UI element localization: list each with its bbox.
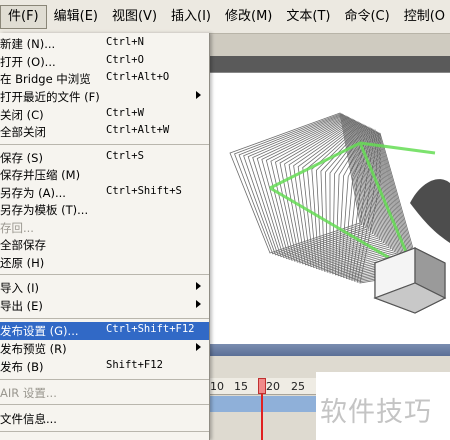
menu-item-open-recent[interactable]: 打开最近的文件 (F) xyxy=(0,88,209,106)
ruler-tick: 15 xyxy=(234,380,248,393)
playhead[interactable] xyxy=(258,378,266,394)
stage-canvas[interactable] xyxy=(210,72,450,345)
menu-item-label: 打开最近的文件 (F) xyxy=(0,90,100,104)
menu-item-shortcut: Ctrl+S xyxy=(106,150,144,162)
menu-item-label: 保存并压缩 (M) xyxy=(0,168,81,182)
ruler-tick: 20 xyxy=(266,380,280,393)
menu-item-shortcut: Ctrl+Shift+S xyxy=(106,185,182,197)
menu-item-label: 另存为模板 (T)... xyxy=(0,203,89,217)
menu-separator xyxy=(0,318,209,319)
menu-item-publish[interactable]: 发布 (B) Shift+F12 xyxy=(0,358,209,376)
menu-item-save-all[interactable]: 全部保存 xyxy=(0,236,209,254)
menu-item-shortcut: Ctrl+Alt+O xyxy=(106,71,170,83)
dark-shape xyxy=(410,179,450,243)
menu-item-shortcut: Ctrl+O xyxy=(106,54,144,66)
menu-item-shortcut: Shift+F12 xyxy=(106,359,163,371)
menu-item-new[interactable]: 新建 (N)... Ctrl+N xyxy=(0,35,209,53)
menu-item-publish-preview[interactable]: 发布预览 (R) xyxy=(0,340,209,358)
menu-item-save-compact[interactable]: 保存并压缩 (M) xyxy=(0,166,209,184)
watermark-text: 软件技巧 xyxy=(320,397,432,428)
menu-item-browse-bridge[interactable]: 在 Bridge 中浏览 Ctrl+Alt+O xyxy=(0,70,209,88)
menu-file[interactable]: 件(F) xyxy=(0,4,47,29)
menu-modify[interactable]: 修改(M) xyxy=(218,5,279,29)
menu-item-label: 还原 (H) xyxy=(0,256,45,270)
menu-separator xyxy=(0,431,209,432)
menu-item-close[interactable]: 关闭 (C) Ctrl+W xyxy=(0,106,209,124)
menu-item-label: 全部关闭 xyxy=(0,125,46,139)
menubar: 件(F) 编辑(E) 视图(V) 插入(I) 修改(M) 文本(T) 命令(C)… xyxy=(0,0,450,34)
menu-item-label: 导出 (E) xyxy=(0,299,43,313)
menu-item-revert[interactable]: 还原 (H) xyxy=(0,254,209,272)
menu-item-label: 在 Bridge 中浏览 xyxy=(0,72,91,86)
timeline-header xyxy=(210,344,450,356)
menu-item-label: 发布预览 (R) xyxy=(0,342,67,356)
menu-separator xyxy=(0,274,209,275)
menu-control[interactable]: 控制(O xyxy=(397,5,450,29)
menu-edit[interactable]: 编辑(E) xyxy=(47,5,105,29)
menu-separator xyxy=(0,404,209,405)
menu-item-shortcut: Ctrl+Alt+W xyxy=(106,124,170,136)
menu-separator xyxy=(0,144,209,145)
submenu-arrow-icon xyxy=(196,282,201,290)
menu-item-label: 导入 (I) xyxy=(0,281,40,295)
menu-item-label: 另存为 (A)... xyxy=(0,186,66,200)
menu-item-save-as-template[interactable]: 另存为模板 (T)... xyxy=(0,201,209,219)
menu-separator xyxy=(0,379,209,380)
menu-item-label: 全部保存 xyxy=(0,238,46,252)
document-title-strip xyxy=(210,56,450,72)
ruler-tick: 10 xyxy=(210,380,224,393)
menu-item-label: 关闭 (C) xyxy=(0,108,44,122)
menu-view[interactable]: 视图(V) xyxy=(105,5,164,29)
menu-insert[interactable]: 插入(I) xyxy=(164,5,218,29)
menu-item-file-info[interactable]: 文件信息... xyxy=(0,410,209,428)
menu-item-label: 文件信息... xyxy=(0,412,57,426)
menu-item-publish-settings[interactable]: 发布设置 (G)... Ctrl+Shift+F12 xyxy=(0,322,209,340)
menu-item-label: 保存 (S) xyxy=(0,151,43,165)
menu-item-close-all[interactable]: 全部关闭 Ctrl+Alt+W xyxy=(0,123,209,141)
menu-item-label: 新建 (N)... xyxy=(0,37,56,51)
stage-artwork xyxy=(229,112,450,314)
menu-item-save-as[interactable]: 另存为 (A)... Ctrl+Shift+S xyxy=(0,184,209,202)
menu-item-air-settings: AIR 设置... xyxy=(0,384,209,402)
menu-item-save[interactable]: 保存 (S) Ctrl+S xyxy=(0,149,209,167)
menu-item-check-in: 存回... xyxy=(0,219,209,237)
menu-item-import[interactable]: 导入 (I) xyxy=(0,279,209,297)
menu-item-shortcut: Ctrl+Shift+F12 xyxy=(106,323,195,335)
submenu-arrow-icon xyxy=(196,343,201,351)
menu-item-shortcut: Ctrl+W xyxy=(106,107,144,119)
submenu-arrow-icon xyxy=(196,91,201,99)
menu-item-label: 发布设置 (G)... xyxy=(0,324,79,338)
playhead-line xyxy=(261,394,263,440)
menu-item-export[interactable]: 导出 (E) xyxy=(0,297,209,315)
menu-item-shortcut: Ctrl+N xyxy=(106,36,144,48)
submenu-arrow-icon xyxy=(196,300,201,308)
menu-item-label: 存回... xyxy=(0,221,34,235)
menu-item-open[interactable]: 打开 (O)... Ctrl+O xyxy=(0,53,209,71)
menu-item-label: 发布 (B) xyxy=(0,360,44,374)
menu-item-label: AIR 设置... xyxy=(0,386,57,400)
file-menu-dropdown: 新建 (N)... Ctrl+N 打开 (O)... Ctrl+O 在 Brid… xyxy=(0,33,210,440)
menu-item-label: 打开 (O)... xyxy=(0,55,56,69)
menu-text[interactable]: 文本(T) xyxy=(279,5,337,29)
ruler-tick: 25 xyxy=(291,380,305,393)
menu-commands[interactable]: 命令(C) xyxy=(337,5,396,29)
